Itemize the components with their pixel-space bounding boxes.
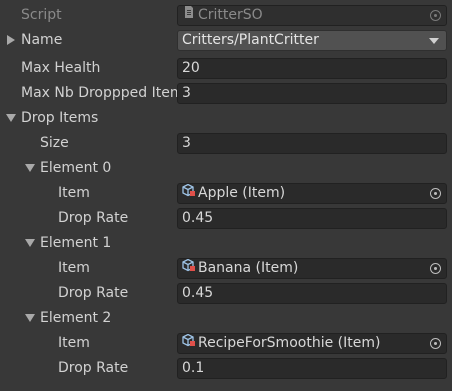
script-value: CritterSO: [198, 7, 263, 23]
element-2-row[interactable]: Element 2: [0, 306, 452, 331]
size-row: Size 3: [0, 131, 452, 156]
name-row: Name Critters/PlantCritter: [0, 28, 452, 53]
drop-rate-label: Drop Rate: [58, 285, 129, 301]
scriptable-object-icon: [182, 184, 196, 203]
drop-rate-input[interactable]: 0.45: [177, 208, 447, 229]
element-1-row[interactable]: Element 1: [0, 231, 452, 256]
item-value: Apple (Item): [198, 185, 286, 201]
object-picker-icon[interactable]: [430, 263, 441, 274]
drop-rate-label: Drop Rate: [58, 360, 129, 376]
element-label: Element 0: [40, 160, 112, 176]
item-label: Item: [58, 185, 90, 201]
item-object-field[interactable]: Banana (Item): [177, 258, 447, 279]
element-1-item-row: Item Banana (Item): [0, 256, 452, 281]
item-label: Item: [58, 260, 90, 276]
max-health-label: Max Health: [21, 60, 101, 76]
item-value: Banana (Item): [198, 260, 299, 276]
object-picker-icon[interactable]: [430, 338, 441, 349]
name-dropdown[interactable]: Critters/PlantCritter: [177, 30, 447, 51]
max-health-input[interactable]: 20: [177, 58, 447, 79]
object-picker-icon[interactable]: [430, 188, 441, 199]
script-label: Script: [21, 7, 62, 23]
chevron-down-icon: [429, 38, 439, 44]
name-label: Name: [21, 32, 63, 48]
max-nb-dropped-row: Max Nb Droppped Items 3: [0, 81, 452, 106]
drop-rate-label: Drop Rate: [58, 210, 129, 226]
scriptable-object-icon: [182, 334, 196, 353]
script-field: CritterSO: [177, 5, 447, 26]
element-label: Element 1: [40, 235, 112, 251]
drop-items-label: Drop Items: [21, 110, 99, 126]
item-object-field[interactable]: RecipeForSmoothie (Item): [177, 333, 447, 354]
drop-rate-input[interactable]: 0.45: [177, 283, 447, 304]
element-0-row[interactable]: Element 0: [0, 156, 452, 181]
inspector-panel: { "script": { "label": "Script", "value"…: [0, 0, 452, 391]
foldout-arrow-icon[interactable]: [25, 239, 35, 247]
drop-items-row[interactable]: Drop Items: [0, 106, 452, 131]
size-label: Size: [40, 135, 69, 151]
max-nb-dropped-input[interactable]: 3: [177, 83, 447, 104]
item-value: RecipeForSmoothie (Item): [198, 335, 381, 351]
object-picker-icon: [430, 10, 441, 21]
element-1-rate-row: Drop Rate 0.45: [0, 281, 452, 306]
drop-rate-input[interactable]: 0.1: [177, 358, 447, 379]
element-0-rate-row: Drop Rate 0.45: [0, 206, 452, 231]
scriptable-object-icon: [182, 259, 196, 278]
element-2-rate-row: Drop Rate 0.1: [0, 356, 452, 381]
script-row: Script CritterSO: [0, 3, 452, 28]
item-object-field[interactable]: Apple (Item): [177, 183, 447, 204]
max-health-row: Max Health 20: [0, 56, 452, 81]
element-0-item-row: Item Apple (Item): [0, 181, 452, 206]
foldout-arrow-icon[interactable]: [25, 314, 35, 322]
foldout-arrow-icon[interactable]: [6, 114, 16, 122]
name-dropdown-value: Critters/PlantCritter: [182, 32, 319, 48]
element-2-item-row: Item RecipeForSmoothie (Item): [0, 331, 452, 356]
size-input[interactable]: 3: [177, 133, 447, 154]
item-label: Item: [58, 335, 90, 351]
max-nb-dropped-label: Max Nb Droppped Items: [21, 85, 177, 101]
script-asset-icon: [182, 6, 196, 25]
foldout-arrow-icon[interactable]: [25, 164, 35, 172]
element-label: Element 2: [40, 310, 112, 326]
foldout-arrow-icon[interactable]: [7, 35, 15, 45]
